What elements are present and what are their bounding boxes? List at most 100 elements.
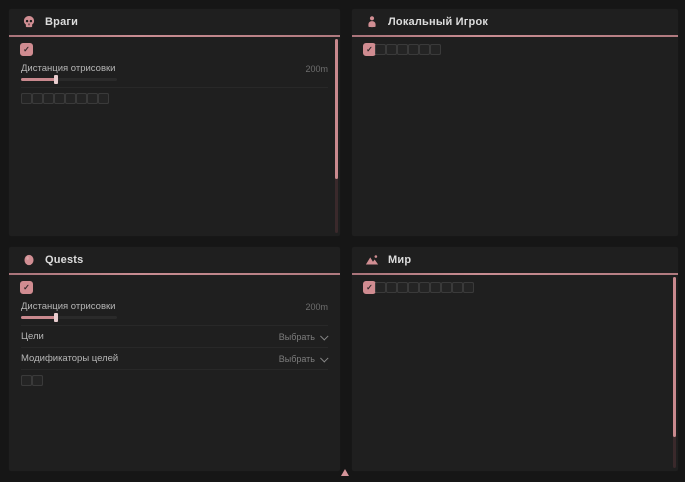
setting-row-checkbox: Включить✓ (21, 44, 32, 55)
setting-row-checkbox: Показывать предметы заданий (32, 375, 43, 386)
slider-value: 200m (305, 64, 328, 74)
setting-row-checkbox: Звук попадания (430, 44, 441, 55)
panel-header: Мир (352, 247, 678, 273)
setting-row-checkbox: Включить✓ (364, 44, 375, 55)
checkbox-unchecked[interactable] (397, 44, 408, 55)
slider-row-header: Дистанция отрисовки 200m (21, 63, 328, 74)
panel-local-player: Локальный Игрок Включить✓ЧамсПоказывать … (351, 8, 679, 237)
panel-enemies: Враги Включить✓ Дистанция отрисовки 200m Ст… (8, 8, 341, 237)
setting-row-checkbox: Контроллер погоды (408, 282, 419, 293)
panel-title: Мир (388, 254, 411, 266)
checkbox-unchecked[interactable] (419, 282, 430, 293)
checkbox-unchecked[interactable] (21, 93, 32, 104)
setting-row-dropdown: Модификаторы целей Выбрать (21, 348, 328, 370)
checkbox-unchecked[interactable] (452, 282, 463, 293)
player-icon (365, 15, 379, 29)
scrollbar-thumb[interactable] (673, 277, 676, 437)
checkbox-unchecked[interactable] (386, 44, 397, 55)
checkbox-unchecked[interactable] (98, 93, 109, 104)
panel-header: Quests (9, 247, 340, 273)
slider-fill (21, 78, 56, 81)
cursor-pointer-icon (341, 469, 349, 476)
checkbox-unchecked[interactable] (87, 93, 98, 104)
panel-title: Локальный Игрок (388, 16, 488, 28)
scrollbar-thumb[interactable] (335, 39, 338, 179)
vertical-scrollbar[interactable] (335, 39, 338, 233)
vertical-scrollbar[interactable] (673, 277, 676, 468)
checkbox-unchecked[interactable] (408, 282, 419, 293)
setting-row-checkbox: Включить✓ (364, 282, 375, 293)
checkbox-checked[interactable]: ✓ (20, 281, 33, 294)
setting-label: Модификаторы целей (21, 353, 118, 364)
checkbox-unchecked[interactable] (430, 44, 441, 55)
draw-distance-slider[interactable] (21, 78, 117, 81)
panel-quests: Quests Включить✓ Дистанция отрисовки200m Ц… (8, 246, 341, 472)
panel-header: Локальный Игрок (352, 9, 678, 35)
panel-world: Мир Включить✓Источник светаСмена атмосфе… (351, 246, 679, 472)
setting-row-checkbox: Включить✓ (21, 282, 32, 293)
checkbox-unchecked[interactable] (375, 44, 386, 55)
dropdown-select[interactable]: Выбрать (279, 332, 328, 342)
setting-row-checkbox: Показать точки выхода (463, 282, 474, 293)
setting-row-checkbox: Показывать стационарное оружие (430, 282, 441, 293)
setting-row-checkbox: Изменение вспышки (397, 282, 408, 293)
setting-row-checkbox: Показывать следы пуль (397, 44, 408, 55)
slider-thumb[interactable] (54, 75, 58, 84)
checkbox-unchecked[interactable] (76, 93, 87, 104)
quest-icon (22, 253, 36, 267)
chevron-down-icon (320, 354, 328, 362)
panel-title: Quests (45, 254, 84, 266)
slider-row-header: Дистанция отрисовки200m (21, 301, 328, 312)
panel-body: Включить✓ Дистанция отрисовки 200m Стрелки … (9, 37, 340, 106)
checkbox-unchecked[interactable] (463, 282, 474, 293)
checkbox-unchecked[interactable] (54, 93, 65, 104)
checkbox-unchecked[interactable] (21, 375, 32, 386)
skull-icon (22, 15, 36, 29)
setting-row-checkbox: Источник света (375, 282, 386, 293)
checkbox-unchecked[interactable] (375, 282, 386, 293)
setting-row-checkbox: Стрелки за пределами поля зрения (21, 93, 32, 104)
setting-row-checkbox: Показывать информацию об оружии (408, 44, 419, 55)
panel-title: Враги (45, 16, 78, 28)
checkbox-unchecked[interactable] (65, 93, 76, 104)
dropdown-value: Выбрать (279, 332, 315, 342)
dropdown-select[interactable]: Выбрать (279, 354, 328, 364)
setting-row-checkbox: Показывать выходы (419, 282, 430, 293)
checkbox-unchecked[interactable] (397, 282, 408, 293)
setting-row-checkbox: Скелет (76, 93, 87, 104)
setting-row-checkbox: Показывать следы пуль (98, 93, 109, 104)
dropdown-value: Выбрать (279, 354, 315, 364)
checkbox-checked[interactable]: ✓ (20, 43, 33, 56)
panel-body: Включить✓ЧамсПоказывать маркер попадания… (352, 37, 678, 57)
setting-row-checkbox: Полоска боезапаса (65, 93, 76, 104)
checkbox-unchecked[interactable] (43, 93, 54, 104)
setting-label: Дистанция отрисовки (21, 301, 115, 312)
checkbox-unchecked[interactable] (32, 93, 43, 104)
setting-row-checkbox: Полоска здоровья (54, 93, 65, 104)
draw-distance-slider[interactable] (21, 316, 117, 319)
checkbox-unchecked[interactable] (441, 282, 452, 293)
chevron-down-icon (320, 332, 328, 340)
setting-row-checkbox: Показывать мины (441, 282, 452, 293)
checkbox-unchecked[interactable] (430, 282, 441, 293)
mod-menu-screen: Враги Включить✓ Дистанция отрисовки 200m Ст… (0, 0, 685, 482)
setting-row-slider: Дистанция отрисовки 200m (21, 57, 328, 88)
setting-row-checkbox: Чамс (43, 93, 54, 104)
checkbox-unchecked[interactable] (408, 44, 419, 55)
slider-fill (21, 316, 56, 319)
setting-label: Цели (21, 331, 44, 342)
checkbox-unchecked[interactable] (386, 282, 397, 293)
setting-row-checkbox: Показывать прицел (419, 44, 430, 55)
checkbox-unchecked[interactable] (32, 375, 43, 386)
setting-row-checkbox: Проверка видимости (32, 93, 43, 104)
setting-row-checkbox: Чамс (375, 44, 386, 55)
panel-body: Включить✓ Дистанция отрисовки200m Цели Выбр… (9, 275, 340, 388)
setting-label: Дистанция отрисовки (21, 63, 115, 74)
setting-row-checkbox: Линия обзора (87, 93, 98, 104)
checkbox-unchecked[interactable] (419, 44, 430, 55)
world-icon (365, 253, 379, 267)
setting-row-dropdown: Цели Выбрать (21, 326, 328, 348)
panel-header: Враги (9, 9, 340, 35)
setting-row-slider: Дистанция отрисовки200m (21, 295, 328, 326)
slider-thumb[interactable] (54, 313, 58, 322)
